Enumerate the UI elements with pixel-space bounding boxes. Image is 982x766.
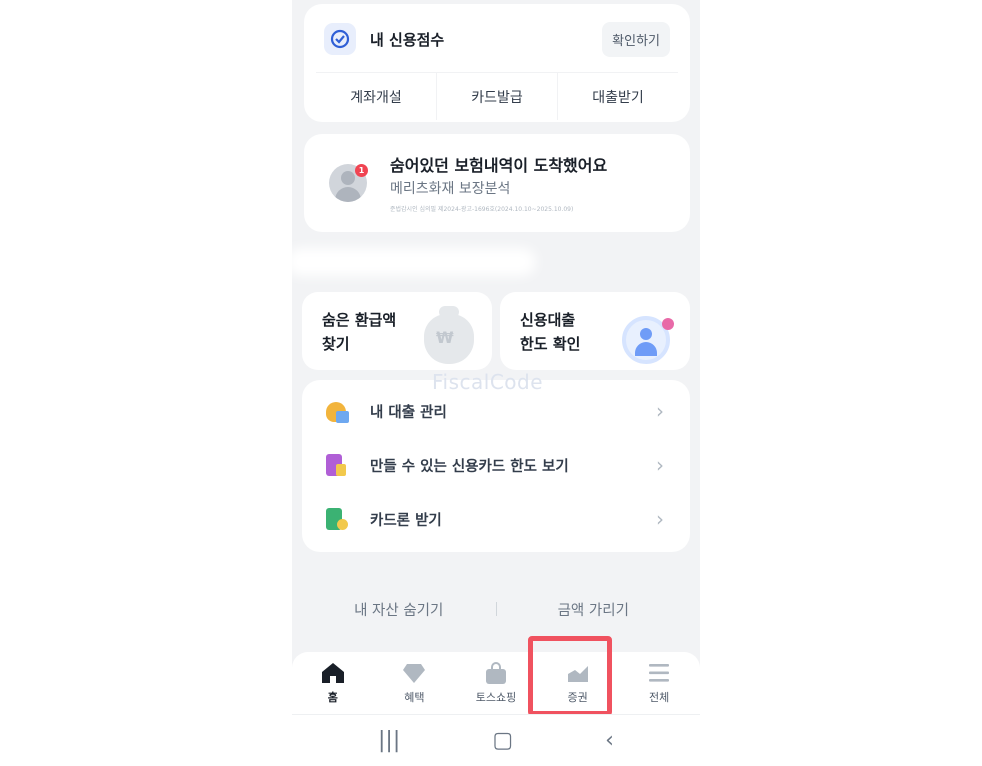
list-item-label: 만들 수 있는 신용카드 한도 보기 <box>370 458 569 475</box>
system-navigation-bar: ||| ▢ ‹ <box>292 714 700 766</box>
phone-screen: 내 신용점수 확인하기 계좌개설 카드발급 대출받기 1 숨어있던 보험내역이 … <box>292 0 700 766</box>
credit-loan-limit-tile[interactable]: 신용대출 한도 확인 <box>500 292 690 370</box>
tab-label: 토스쇼핑 <box>475 690 517 704</box>
home-icon <box>321 662 345 684</box>
insurance-disclaimer: 준법감시인 심의필 제2024-광고-1696호(2024.10.10~2025… <box>390 206 574 213</box>
hidden-refund-tile[interactable]: 숨은 환급액 찾기 ₩ <box>302 292 492 370</box>
tab-benefits[interactable]: 혜택 <box>374 652 456 714</box>
notification-badge: 1 <box>355 164 368 177</box>
tile-label-line1: 신용대출 <box>520 311 576 329</box>
loan-menu-list: 내 대출 관리 › 만들 수 있는 신용카드 한도 보기 › 카드론 받기 › <box>302 380 690 552</box>
hide-amount-link[interactable]: 금액 가리기 <box>497 599 691 620</box>
back-icon[interactable]: ‹ <box>605 728 614 753</box>
issue-card-button[interactable]: 카드발급 <box>437 73 558 120</box>
tab-label: 전체 <box>649 690 670 704</box>
insurance-title: 숨어있던 보험내역이 도착했어요 <box>390 156 608 175</box>
tab-label: 홈 <box>327 690 338 704</box>
home-button-icon[interactable]: ▢ <box>492 728 513 753</box>
get-loan-button[interactable]: 대출받기 <box>558 73 678 120</box>
tile-label-line2: 한도 확인 <box>520 335 581 353</box>
credit-score-card: 내 신용점수 확인하기 계좌개설 카드발급 대출받기 <box>304 4 690 122</box>
tab-home[interactable]: 홈 <box>292 652 374 714</box>
insurance-subtitle: 메리츠화재 보장분석 <box>390 181 511 197</box>
list-item-label: 카드론 받기 <box>370 512 442 529</box>
loan-icon <box>324 398 350 424</box>
recent-apps-icon[interactable]: ||| <box>378 728 400 753</box>
hide-assets-link[interactable]: 내 자산 숨기기 <box>302 599 496 620</box>
credit-score-title: 내 신용점수 <box>370 30 445 49</box>
bottom-links: 내 자산 숨기기 금액 가리기 <box>302 592 690 626</box>
credit-score-header[interactable]: 내 신용점수 확인하기 <box>324 21 670 57</box>
money-bag-icon: ₩ <box>424 306 474 364</box>
chevron-right-icon: › <box>656 453 664 477</box>
highlight-box <box>528 636 612 716</box>
tile-label-line2: 찾기 <box>322 335 350 353</box>
status-dot <box>662 318 674 330</box>
tab-shopping[interactable]: 토스쇼핑 <box>455 652 537 714</box>
credit-card-icon <box>324 452 350 478</box>
insurance-card[interactable]: 1 숨어있던 보험내역이 도착했어요 메리츠화재 보장분석 준법감시인 심의필 … <box>304 134 690 232</box>
list-item-label: 내 대출 관리 <box>370 404 447 421</box>
watermark: FiscalCode <box>432 370 544 394</box>
shopping-bag-icon <box>484 661 508 684</box>
bottom-tab-bar: 홈 혜택 토스쇼핑 증권 전체 <box>292 652 700 714</box>
menu-icon <box>647 662 671 684</box>
credit-actions: 계좌개설 카드발급 대출받기 <box>316 72 678 120</box>
check-gauge-icon <box>324 23 356 55</box>
open-account-button[interactable]: 계좌개설 <box>316 73 437 120</box>
list-item-card-limit[interactable]: 만들 수 있는 신용카드 한도 보기 › <box>302 440 690 490</box>
tile-label-line1: 숨은 환급액 <box>322 311 397 329</box>
card-loan-icon <box>324 506 350 532</box>
confirm-button[interactable]: 확인하기 <box>602 21 670 57</box>
tab-label: 혜택 <box>404 690 425 704</box>
diamond-icon <box>402 662 426 684</box>
chevron-right-icon: › <box>656 399 664 423</box>
blurred-region <box>292 248 536 276</box>
tab-all[interactable]: 전체 <box>618 652 700 714</box>
list-item-card-loan[interactable]: 카드론 받기 › <box>302 494 690 544</box>
chevron-right-icon: › <box>656 507 664 531</box>
screen: 내 신용점수 확인하기 계좌개설 카드발급 대출받기 1 숨어있던 보험내역이 … <box>0 0 982 766</box>
